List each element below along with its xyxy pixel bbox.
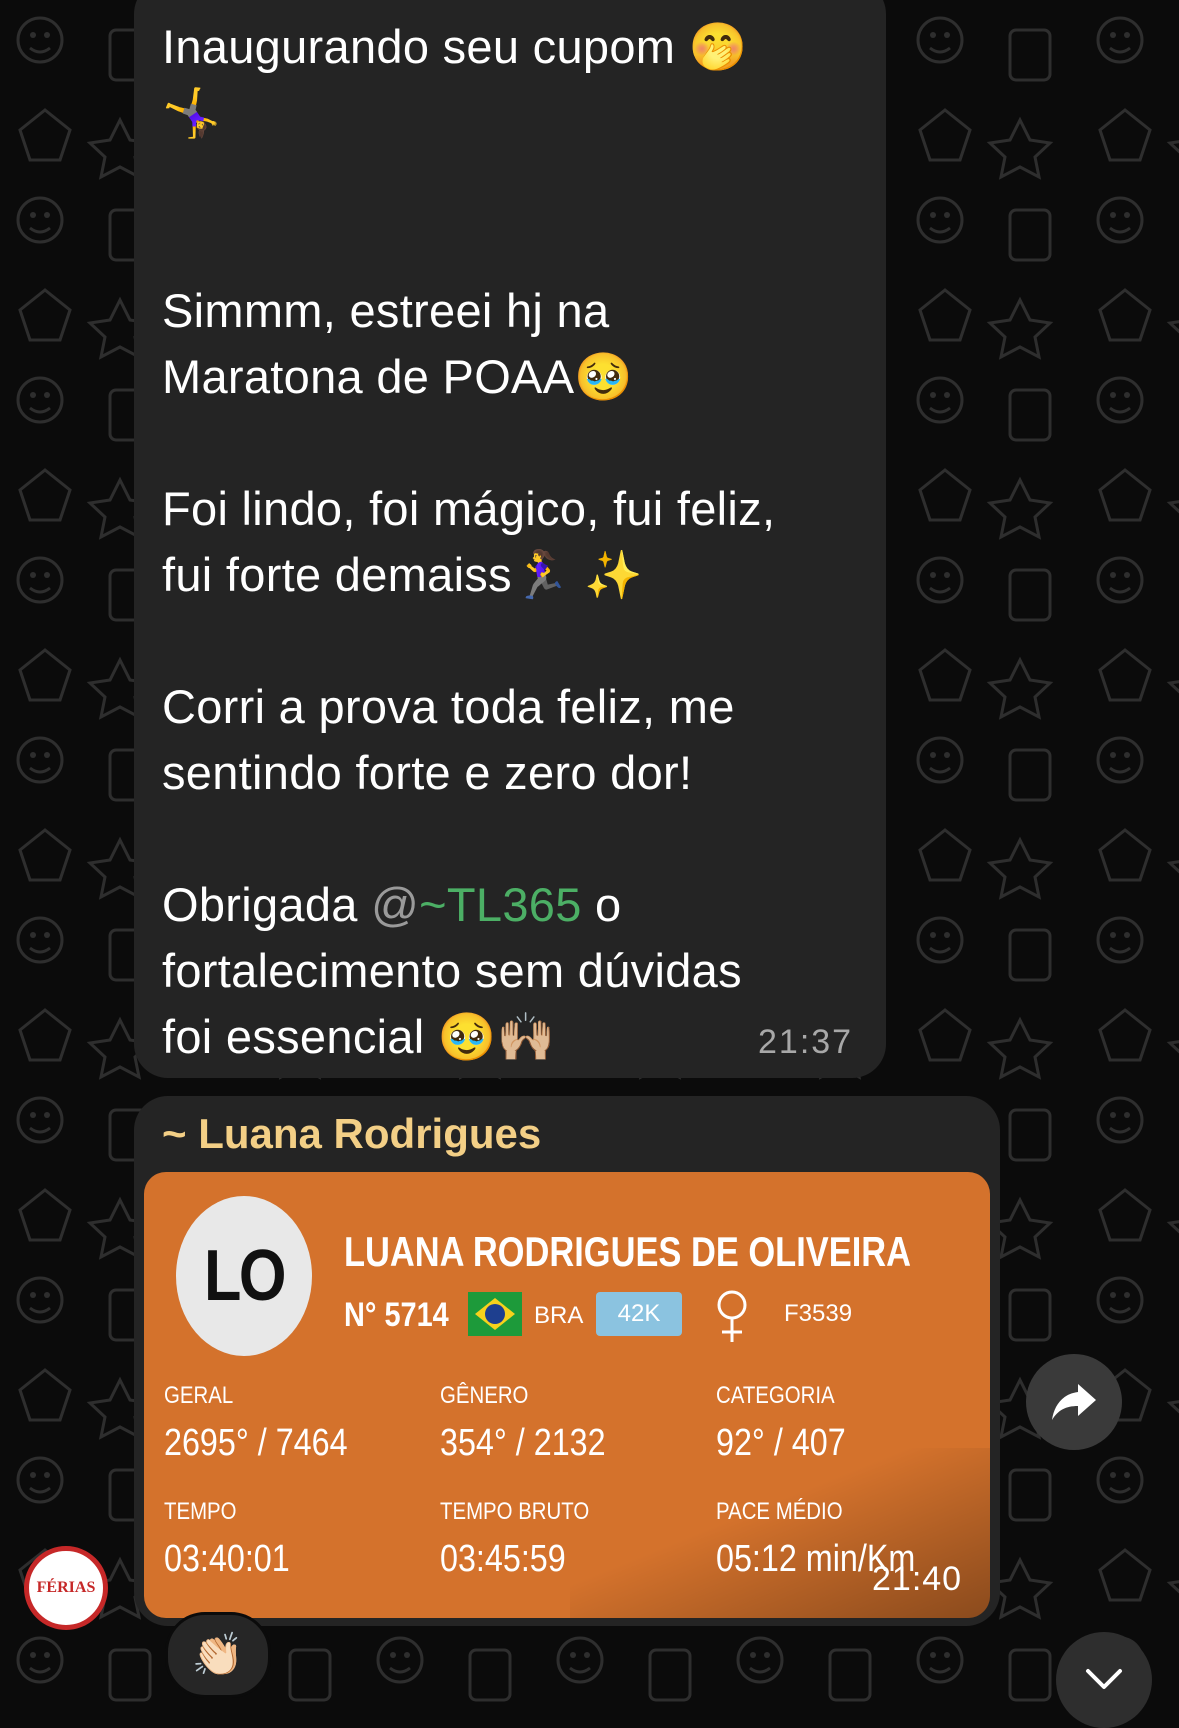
category-code: F3539: [784, 1300, 853, 1327]
message-line: foi essencial 🥹🙌🏼: [162, 1010, 556, 1063]
stat-value: 2695° / 7464: [164, 1422, 348, 1464]
message-line: fortalecimento sem dúvidas: [162, 944, 742, 997]
runner-avatar: LO: [176, 1196, 312, 1356]
message-line: fui forte demaiss🏃‍♀️ ✨: [162, 548, 643, 601]
stat-value: 354° / 2132: [440, 1422, 606, 1464]
mention-name: ~TL365: [419, 878, 582, 931]
message-line-suffix: o: [581, 878, 622, 931]
stat-label: GERAL: [164, 1382, 234, 1409]
stat-label: PACE MÉDIO: [716, 1498, 843, 1525]
brazil-flag-icon: [468, 1292, 522, 1336]
message-timestamp: 21:37: [758, 1023, 854, 1061]
message-text: Inaugurando seu cupom 🤭 🤸‍♀️ Simmm, estr…: [162, 14, 862, 1070]
bib-number: N° 5714: [344, 1296, 449, 1334]
message-line: Simmm, estreei hj na: [162, 284, 610, 337]
reaction-pill[interactable]: 👏🏻: [165, 1612, 271, 1698]
stat-value: 92° / 407: [716, 1422, 846, 1464]
message-line-prefix: Obrigada: [162, 878, 372, 931]
stat-label: TEMPO: [164, 1498, 237, 1525]
chevron-down-icon: [1086, 1669, 1122, 1689]
stat-value: 03:40:01: [164, 1538, 290, 1580]
forward-button[interactable]: [1026, 1354, 1122, 1450]
distance-badge: 42K: [596, 1292, 682, 1336]
message-line: 🤸‍♀️: [162, 86, 221, 139]
stat-label: GÊNERO: [440, 1382, 529, 1409]
stat-label: TEMPO BRUTO: [440, 1498, 590, 1525]
country-code: BRA: [534, 1302, 584, 1329]
forward-icon: [1052, 1384, 1096, 1420]
message-line: sentindo forte e zero dor!: [162, 746, 693, 799]
sender-name[interactable]: ~ Luana Rodrigues: [162, 1110, 541, 1158]
mention-link[interactable]: @~TL365: [371, 878, 582, 931]
message-line: Foi lindo, foi mágico, fui feliz,: [162, 482, 776, 535]
message-line: Inaugurando seu cupom 🤭: [162, 20, 748, 73]
message-line: Maratona de POAA🥹: [162, 350, 634, 403]
female-symbol-icon: [717, 1290, 747, 1342]
group-avatar-label: FÉRIAS: [36, 1579, 96, 1596]
stat-value: 03:45:59: [440, 1538, 566, 1580]
race-result-image[interactable]: LO LUANA RODRIGUES DE OLIVEIRA N° 5714 B…: [144, 1172, 990, 1618]
scroll-down-button[interactable]: [1056, 1632, 1152, 1728]
mention-at: @: [371, 878, 420, 931]
runner-name: LUANA RODRIGUES DE OLIVEIRA: [344, 1228, 912, 1275]
stat-label: CATEGORIA: [716, 1382, 835, 1409]
group-avatar[interactable]: FÉRIAS: [24, 1546, 108, 1630]
message-line: Corri a prova toda feliz, me: [162, 680, 735, 733]
message-timestamp: 21:40: [872, 1560, 963, 1598]
